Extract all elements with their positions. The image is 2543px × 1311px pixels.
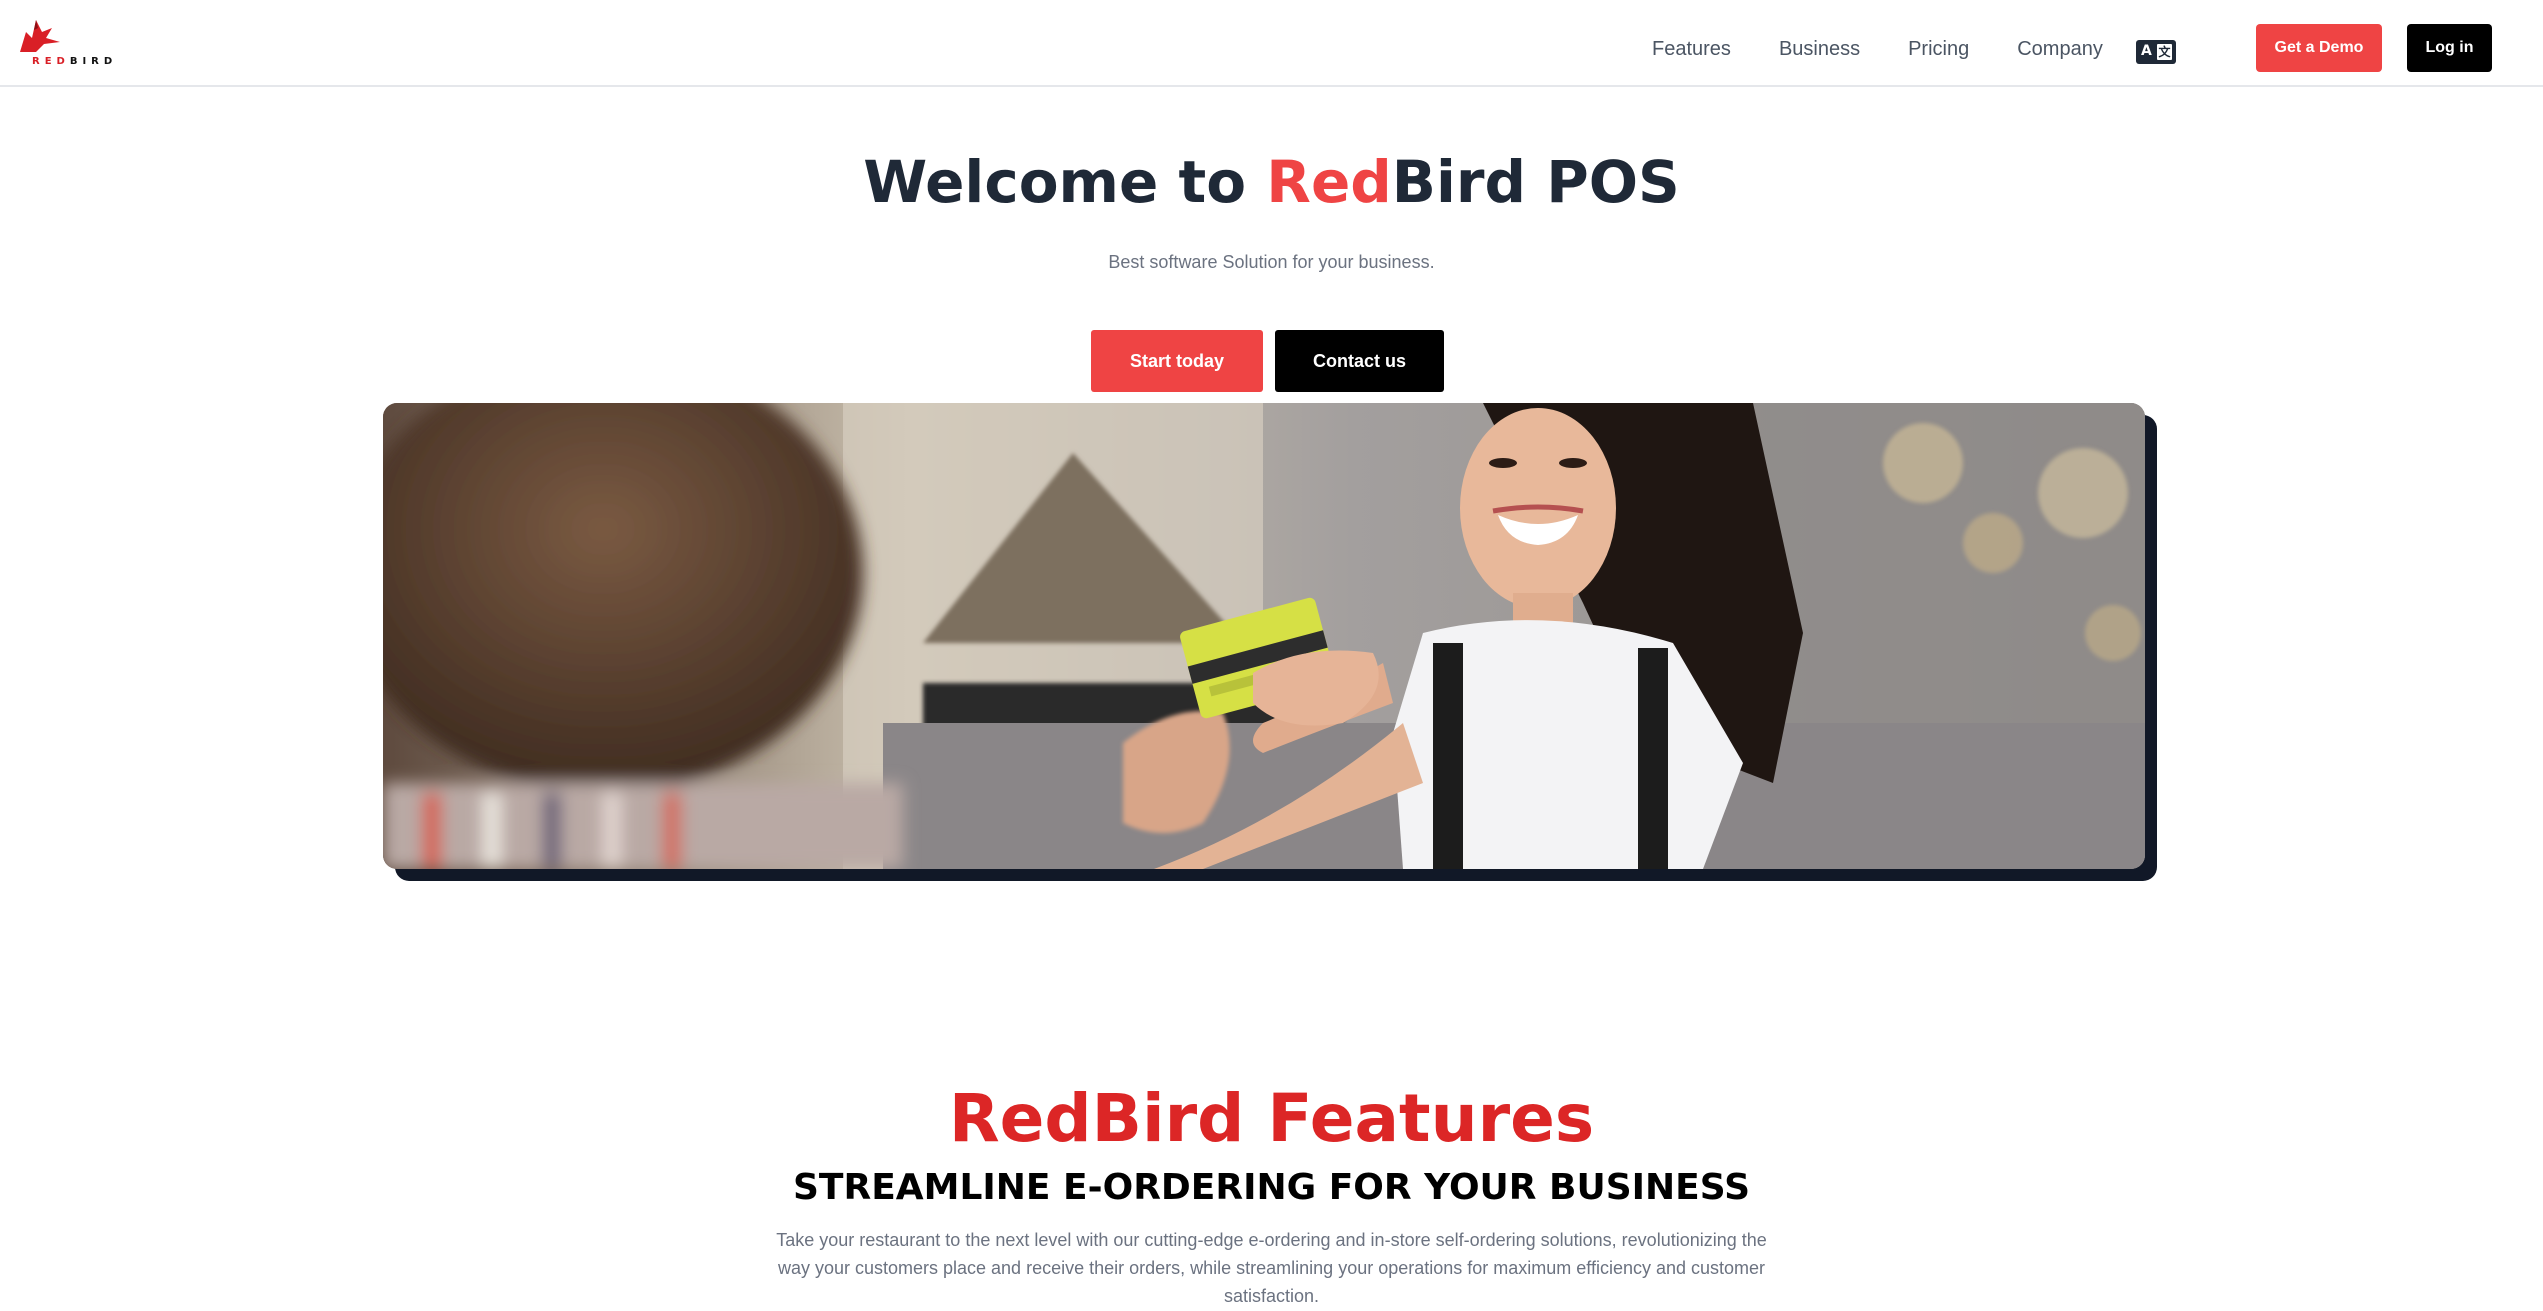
features-subtitle: STREAMLINE E-ORDERING FOR YOUR BUSINESS: [792, 1167, 1750, 1208]
nav-pricing[interactable]: Pricing: [1908, 38, 1969, 61]
translate-icon[interactable]: A 文: [2136, 40, 2176, 64]
hero-title-prefix: Welcome to: [863, 148, 1267, 216]
hero-title-accent: Red: [1266, 148, 1392, 216]
payment-scene-image: [383, 403, 2145, 869]
nav-features[interactable]: Features: [1652, 38, 1731, 61]
logo-wordmark: REDBIRD: [32, 56, 117, 67]
hero-subtitle: Best software Solution for your business…: [1108, 252, 1435, 272]
nav-company[interactable]: Company: [2017, 38, 2103, 61]
site-header: REDBIRD Features Business Pricing Compan…: [0, 0, 2543, 87]
features-description: Take your restaurant to the next level w…: [776, 1230, 1767, 1306]
start-today-button[interactable]: Start today: [1091, 330, 1263, 392]
features-title: RedBird Features: [948, 1080, 1595, 1157]
nav-business[interactable]: Business: [1779, 38, 1860, 61]
hero-image-container: [383, 403, 2157, 881]
contact-us-button[interactable]: Contact us: [1275, 330, 1444, 392]
login-button[interactable]: Log in: [2407, 24, 2492, 72]
translate-icon-a: A: [2141, 43, 2152, 59]
redbird-logo[interactable]: REDBIRD: [16, 18, 126, 70]
logo-text-red: RED: [32, 56, 70, 67]
hero-title: Welcome to RedBird POS: [0, 148, 2543, 216]
bird-logo-icon: [20, 20, 60, 52]
translate-icon-glyph: 文: [2157, 44, 2172, 60]
hero-title-suffix: Bird POS: [1391, 148, 1680, 216]
logo-text-black: BIRD: [69, 56, 118, 67]
hero-photo: [383, 403, 2145, 869]
get-demo-button[interactable]: Get a Demo: [2256, 24, 2382, 72]
main-nav: Features Business Pricing Company: [1652, 38, 2103, 61]
